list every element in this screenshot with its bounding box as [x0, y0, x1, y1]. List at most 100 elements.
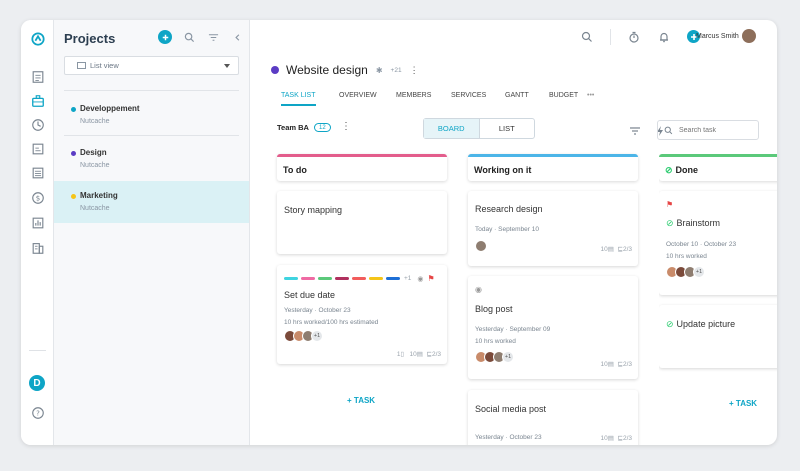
- add-task-button[interactable]: + TASK: [347, 396, 375, 405]
- chevron-down-icon: [224, 64, 230, 68]
- task-counters: 10▤ ⊑2/3: [600, 361, 632, 368]
- view-selector-label: List view: [90, 61, 119, 70]
- board-view-button[interactable]: BOARD: [424, 119, 480, 138]
- assignee-avatars: +1: [475, 351, 514, 363]
- help-icon[interactable]: ?: [29, 404, 46, 421]
- task-card[interactable]: Story mapping: [277, 191, 447, 254]
- project-color-dot: [71, 151, 76, 156]
- user-avatar[interactable]: [742, 29, 756, 43]
- task-card[interactable]: ◉ Blog post Yesterday · September 09 10 …: [468, 276, 638, 379]
- project-item-design[interactable]: Design Nutcache: [54, 138, 249, 180]
- check-circle-icon: ⊘: [666, 218, 674, 228]
- team-name[interactable]: Team BA: [277, 123, 309, 132]
- document-icon[interactable]: [29, 68, 46, 85]
- task-card[interactable]: +1 ◉ ⚑ Set due date Yesterday · October …: [277, 265, 447, 364]
- tab-budget[interactable]: BUDGET: [549, 92, 578, 106]
- column-title: Done: [675, 165, 699, 175]
- project-item-developpement[interactable]: Developpement Nutcache: [54, 94, 249, 136]
- search-icon[interactable]: [580, 30, 594, 44]
- filter-icon[interactable]: [206, 30, 220, 44]
- tab-task-list[interactable]: TASK LIST: [281, 92, 316, 106]
- bell-icon[interactable]: [657, 30, 671, 44]
- view-selector[interactable]: List view: [64, 56, 239, 75]
- add-project-button[interactable]: [158, 30, 172, 44]
- task-card[interactable]: Social media post Yesterday · October 23…: [468, 390, 638, 445]
- subtasks-count: 2/3: [431, 351, 441, 358]
- task-hours: 10 hrs worked: [666, 253, 707, 260]
- user-avatar[interactable]: D: [29, 375, 45, 391]
- tab-more[interactable]: •••: [587, 92, 594, 106]
- project-item-marketing[interactable]: Marketing Nutcache: [54, 181, 249, 223]
- assignee-avatars: +1: [666, 266, 705, 278]
- task-hours: 10 hrs worked/100 hrs estimated: [284, 319, 379, 326]
- task-labels: +1 ◉ ⚑: [284, 274, 435, 283]
- projects-panel: Projects List view Developpement Nutcach…: [54, 20, 250, 445]
- task-hours: 10 hrs worked: [475, 338, 516, 345]
- project-name: Marketing: [80, 191, 118, 200]
- task-card[interactable]: ⊘ Update picture: [659, 305, 777, 368]
- flag-icon: ⚑: [666, 200, 674, 209]
- report-icon[interactable]: [29, 140, 46, 157]
- team-count-badge: 12: [314, 123, 331, 132]
- clock-icon[interactable]: [29, 116, 46, 133]
- task-dates: October 10 · October 23: [666, 241, 737, 248]
- assignee-avatars: +1: [284, 330, 323, 342]
- briefcase-icon[interactable]: [29, 92, 46, 109]
- app-logo-icon[interactable]: [29, 30, 46, 47]
- members-count[interactable]: +21: [391, 67, 402, 74]
- task-title: Update picture: [676, 319, 736, 329]
- project-owner: Nutcache: [80, 118, 110, 125]
- task-card[interactable]: Research design Today · September 10 10▤…: [468, 191, 638, 266]
- check-circle-icon: ⊘: [665, 165, 673, 175]
- project-owner: Nutcache: [80, 205, 110, 212]
- tab-gantt[interactable]: GANTT: [505, 92, 529, 106]
- task-title-wrapper: ⊘ Brainstorm: [666, 218, 720, 229]
- task-title-wrapper: ⊘ Update picture: [666, 319, 735, 330]
- tab-overview[interactable]: OVERVIEW: [339, 92, 377, 106]
- tab-services[interactable]: SERVICES: [451, 92, 486, 106]
- icon-rail: $ D ?: [21, 20, 54, 445]
- project-color-dot: [71, 107, 76, 112]
- task-title: Story mapping: [284, 205, 343, 215]
- project-name: Design: [80, 148, 107, 157]
- search-icon[interactable]: [182, 30, 196, 44]
- flag-icon: ⚑: [427, 274, 435, 283]
- avatar-extra: +1: [311, 330, 323, 342]
- task-dates: Yesterday · September 09: [475, 326, 551, 333]
- building-icon[interactable]: [29, 239, 46, 256]
- search-task-input[interactable]: [679, 126, 754, 134]
- search-task-field[interactable]: [657, 120, 759, 140]
- dollar-icon[interactable]: $: [29, 189, 46, 206]
- subtasks-count: 2/3: [622, 435, 632, 442]
- task-counters: 1▯ 10▤ ⊑2/3: [396, 351, 441, 358]
- task-title: Set due date: [284, 290, 336, 300]
- task-title: Social media post: [475, 404, 547, 414]
- comments-count: 10: [600, 361, 608, 368]
- settings-icon[interactable]: ✱: [376, 66, 383, 75]
- avatar-extra: +1: [502, 351, 514, 363]
- tab-members[interactable]: MEMBERS: [396, 92, 431, 106]
- user-name[interactable]: Marcus Smith: [696, 33, 739, 40]
- list-icon[interactable]: [29, 164, 46, 181]
- chart-icon[interactable]: [29, 214, 46, 231]
- task-card[interactable]: ⚑ ⊘ Brainstorm October 10 · October 23 10…: [659, 191, 777, 295]
- collapse-panel-icon[interactable]: [230, 30, 244, 44]
- project-owner: Nutcache: [80, 162, 110, 169]
- team-options-icon[interactable]: ⋮: [341, 121, 351, 132]
- more-options-icon[interactable]: ⋮: [410, 65, 419, 76]
- divider: [64, 135, 239, 136]
- task-title: Research design: [475, 204, 543, 214]
- rail-divider: [29, 350, 46, 351]
- project-name: Developpement: [80, 104, 140, 113]
- projects-title: Projects: [64, 31, 116, 46]
- filter-icon[interactable]: [629, 124, 641, 136]
- timer-icon[interactable]: [627, 30, 641, 44]
- task-title: Blog post: [475, 304, 513, 314]
- svg-text:?: ?: [36, 409, 40, 417]
- avatar-extra: +1: [693, 266, 705, 278]
- task-counters: 10▤ ⊑2/3: [600, 435, 632, 442]
- project-title: Website design: [286, 63, 368, 77]
- list-view-button[interactable]: LIST: [480, 119, 535, 138]
- add-task-button[interactable]: + TASK: [729, 399, 757, 408]
- task-dates: Today · September 10: [475, 226, 539, 233]
